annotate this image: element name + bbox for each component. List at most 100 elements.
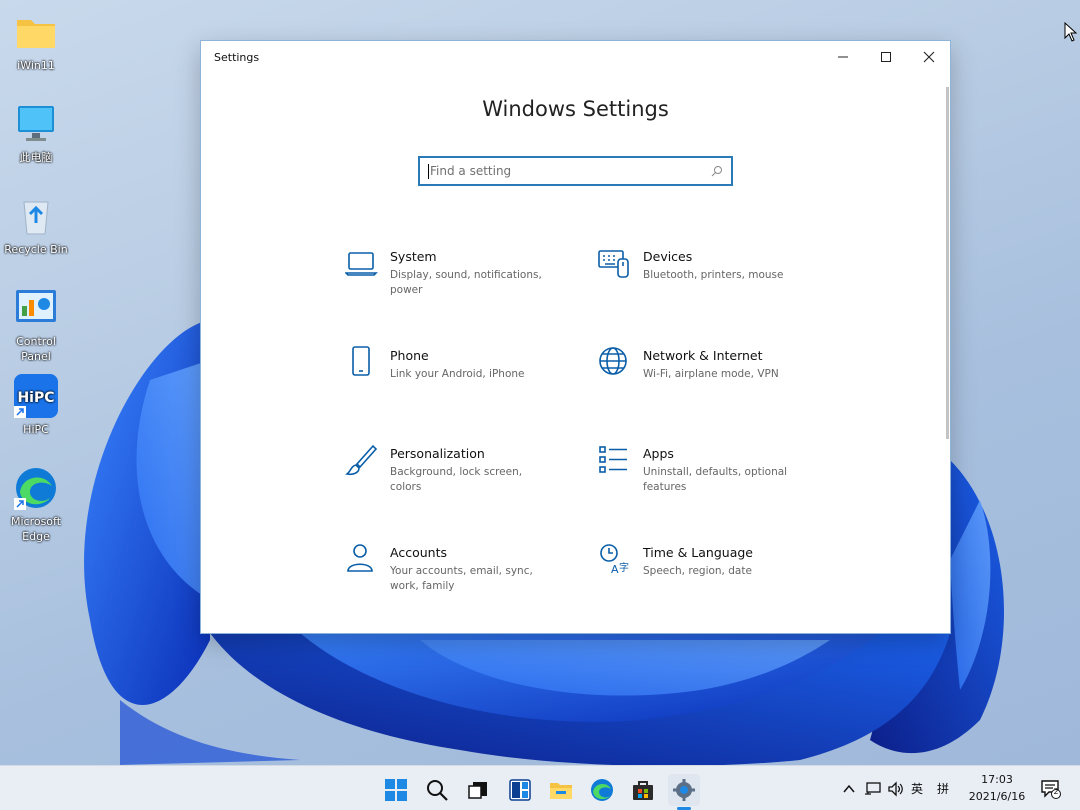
settings-taskbar-button[interactable] (668, 774, 700, 806)
desktop-icon-recycle-bin[interactable]: Recycle Bin (4, 194, 68, 257)
desktop-icon-label: HiPC (23, 423, 49, 436)
scrollbar[interactable] (946, 87, 949, 439)
svg-text:字: 字 (619, 561, 629, 574)
desktop-icon-control-panel[interactable]: Control Panel (4, 286, 68, 364)
ime-language-button[interactable]: 英 (911, 766, 923, 810)
tile-name: System (390, 249, 437, 264)
hipc-icon: HiPC (14, 374, 58, 418)
task-view-button[interactable] (462, 774, 494, 806)
brush-icon (345, 444, 378, 476)
desktop-icon-label: Microsoft Edge (10, 515, 62, 543)
ime-mode-label: 拼 (937, 782, 950, 796)
tile-devices[interactable]: Devices Bluetooth, printers, mouse (598, 247, 818, 283)
window-title: Settings (214, 50, 260, 64)
search-box[interactable] (418, 156, 733, 186)
settings-icon (673, 779, 695, 801)
settings-window: Settings Windows Settings System Display… (201, 41, 950, 633)
minimize-button[interactable] (821, 41, 864, 73)
search-input[interactable] (430, 164, 711, 178)
file-explorer-button[interactable] (545, 774, 577, 806)
close-button[interactable] (907, 41, 950, 73)
clock[interactable]: 17:03 2021/6/16 (962, 771, 1032, 805)
tile-apps[interactable]: Apps Uninstall, defaults, optional featu… (598, 444, 818, 495)
time-language-icon: A字 (600, 544, 629, 576)
apps-list-icon (599, 446, 627, 473)
clock-date: 2021/6/16 (968, 790, 1026, 803)
tile-time-language[interactable]: A字 Time & Language Speech, region, date (598, 543, 818, 579)
desktop-icon-label: iWin11 (17, 59, 55, 72)
tile-name: Apps (643, 446, 674, 461)
tile-description: Display, sound, notifications, power (390, 269, 542, 296)
control-panel-icon (14, 286, 58, 330)
network-status-button[interactable] (864, 766, 882, 810)
laptop-icon (345, 252, 378, 276)
store-icon (633, 781, 653, 800)
tile-personalization[interactable]: Personalization Background, lock screen,… (345, 444, 565, 495)
search-icon (711, 166, 722, 177)
maximize-icon (880, 52, 891, 62)
network-icon (865, 781, 881, 795)
minimize-icon (837, 56, 848, 58)
tray-overflow-button[interactable] (842, 766, 856, 810)
start-icon (385, 779, 407, 801)
page-title: Windows Settings (482, 97, 669, 121)
widgets-icon (509, 779, 531, 801)
store-button[interactable] (627, 774, 659, 806)
tile-description: Bluetooth, printers, mouse (643, 269, 784, 281)
file-explorer-icon (550, 783, 572, 799)
person-icon (347, 544, 373, 572)
desktop-icon-hipc[interactable]: HiPC HiPC (4, 374, 68, 437)
globe-icon (599, 347, 627, 375)
edge-icon (591, 779, 613, 801)
tile-system[interactable]: System Display, sound, notifications, po… (345, 247, 565, 298)
svg-text:A: A (611, 563, 619, 576)
text-caret (428, 163, 429, 179)
mouse-cursor-icon (1064, 22, 1078, 42)
recycle-bin-icon (14, 194, 58, 238)
desktop-icon-label: Control Panel (16, 335, 56, 363)
maximize-button[interactable] (864, 41, 907, 73)
tile-description: Your accounts, email, sync, work, family (390, 565, 533, 592)
tile-name: Devices (643, 249, 693, 264)
tile-description: Link your Android, iPhone (390, 368, 525, 380)
tile-phone[interactable]: Phone Link your Android, iPhone (345, 346, 565, 382)
desktop-icon-iwin11[interactable]: iWin11 (4, 10, 68, 73)
notification-center-button[interactable]: 2 (1040, 766, 1062, 810)
folder-icon (14, 10, 58, 54)
desktop-icon-this-pc[interactable]: 此电脑 (4, 102, 68, 165)
tile-name: Phone (390, 348, 429, 363)
edge-icon (14, 466, 58, 510)
tile-description: Background, lock screen, colors (390, 466, 523, 493)
this-pc-icon (14, 102, 58, 146)
widgets-button[interactable] (504, 774, 536, 806)
taskbar-search-button[interactable] (421, 774, 453, 806)
tile-description: Uninstall, defaults, optional features (643, 466, 788, 493)
notification-badge: 2 (1053, 787, 1059, 796)
desktop-icon-label: 此电脑 (19, 151, 53, 164)
start-button[interactable] (380, 774, 412, 806)
title-bar[interactable]: Settings (201, 41, 950, 73)
svg-text:HiPC: HiPC (17, 390, 54, 406)
edge-taskbar-button[interactable] (586, 774, 618, 806)
task-view-icon (468, 782, 487, 799)
ime-mode-button[interactable]: 拼 (937, 766, 949, 810)
desktop-icon-edge[interactable]: Microsoft Edge (4, 466, 68, 544)
clock-time: 17:03 (981, 773, 1013, 786)
tile-name: Accounts (390, 545, 447, 560)
tile-description: Speech, region, date (643, 565, 752, 577)
tile-network[interactable]: Network & Internet Wi-Fi, airplane mode,… (598, 346, 818, 382)
volume-icon (888, 780, 903, 797)
phone-icon (352, 346, 370, 376)
tile-name: Network & Internet (643, 348, 763, 363)
tile-description: Wi-Fi, airplane mode, VPN (643, 368, 779, 380)
tile-name: Time & Language (643, 545, 753, 560)
search-icon (427, 780, 448, 801)
chevron-up-icon (843, 784, 855, 792)
close-icon (923, 51, 934, 63)
devices-icon (598, 250, 629, 278)
tile-accounts[interactable]: Accounts Your accounts, email, sync, wor… (345, 543, 565, 594)
tile-name: Personalization (390, 446, 485, 461)
desktop-icon-label: Recycle Bin (4, 243, 68, 256)
volume-button[interactable] (887, 766, 905, 810)
ime-language-label: 英 (911, 782, 924, 796)
